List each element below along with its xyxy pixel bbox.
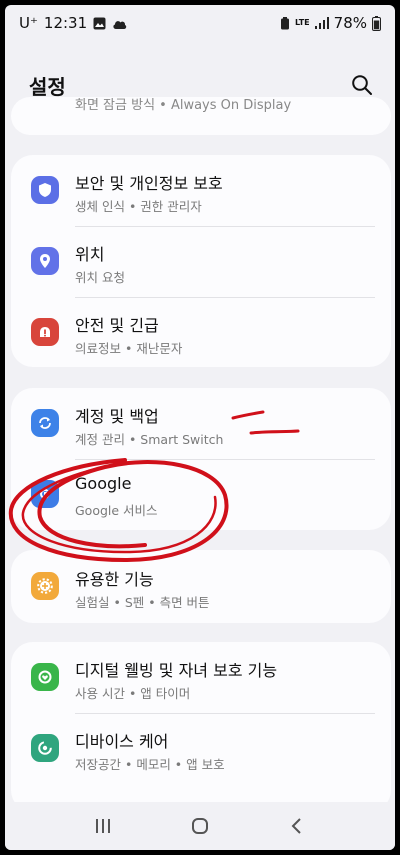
lockscreen-subtitle: 화면 잠금 방식 • Always On Display	[75, 98, 292, 113]
battery-icon	[372, 15, 381, 31]
home-button[interactable]	[180, 806, 220, 846]
item-subtitle: 의료정보 • 재난문자	[75, 341, 183, 356]
plus-gear-icon	[31, 572, 59, 600]
recent-apps-button[interactable]	[83, 806, 123, 846]
home-icon	[191, 818, 208, 834]
back-icon	[291, 818, 301, 834]
item-subtitle: Google 서비스	[75, 503, 158, 518]
google-icon	[31, 480, 59, 508]
item-subtitle: 실험실 • S펜 • 측면 버튼	[75, 595, 210, 610]
item-subtitle: 저장공간 • 메모리 • 앱 보호	[75, 757, 225, 772]
recent-apps-icon	[96, 819, 111, 833]
item-title: 유용한 기능	[75, 570, 154, 589]
settings-group-security: 보안 및 개인정보 보호 생체 인식 • 권한 관리자 위치 위치 요청 안전 …	[11, 155, 391, 367]
emergency-icon	[31, 318, 59, 346]
sync-icon	[31, 409, 59, 437]
settings-item-google[interactable]: Google Google 서비스	[11, 459, 391, 529]
settings-item-location[interactable]: 위치 위치 요청	[11, 226, 391, 296]
settings-item-safety[interactable]: 안전 및 긴급 의료정보 • 재난문자	[11, 297, 391, 367]
settings-group-accounts: 계정 및 백업 계정 관리 • Smart Switch Google Goog…	[11, 388, 391, 530]
gallery-notification-icon	[93, 17, 106, 30]
settings-group-wellbeing: 디지털 웰빙 및 자녀 보호 기능 사용 시간 • 앱 타이머 디바이스 케어 …	[11, 642, 391, 812]
item-title: 디바이스 케어	[75, 732, 169, 751]
device-care-icon	[31, 734, 59, 762]
back-button[interactable]	[277, 806, 317, 846]
settings-group-advanced: 유용한 기능 실험실 • S펜 • 측면 버튼	[11, 550, 391, 623]
battery-percentage: 78%	[333, 14, 367, 32]
cloud-notification-icon	[112, 17, 127, 30]
status-bar: U⁺ 12:31 LTE 78%	[5, 5, 395, 41]
item-title: 계정 및 백업	[75, 407, 159, 426]
settings-group-lockscreen: 화면 잠금 방식 • Always On Display	[11, 97, 391, 135]
navigation-bar	[5, 802, 395, 850]
signal-icon	[314, 17, 329, 29]
page-title: 설정	[29, 74, 66, 99]
settings-item-advanced-features[interactable]: 유용한 기능 실험실 • S펜 • 측면 버튼	[11, 551, 391, 621]
item-title: Google	[75, 474, 132, 493]
settings-item-security[interactable]: 보안 및 개인정보 보호 생체 인식 • 권한 관리자	[11, 155, 391, 225]
network-type: LTE	[294, 18, 310, 27]
settings-item-device-care[interactable]: 디바이스 케어 저장공간 • 메모리 • 앱 보호	[11, 713, 391, 783]
battery-saver-icon	[280, 16, 290, 30]
search-button[interactable]	[349, 72, 375, 98]
item-title: 위치	[75, 245, 105, 264]
clock: 12:31	[43, 14, 88, 32]
settings-screen: U⁺ 12:31 LTE 78% 설정 화면 잠금 방식 • Always On…	[5, 5, 395, 850]
wellbeing-icon	[31, 663, 59, 691]
item-title: 디지털 웰빙 및 자녀 보호 기능	[75, 661, 278, 680]
item-subtitle: 위치 요청	[75, 270, 125, 285]
item-title: 안전 및 긴급	[75, 316, 159, 335]
settings-item-accounts-backup[interactable]: 계정 및 백업 계정 관리 • Smart Switch	[11, 388, 391, 458]
location-pin-icon	[31, 247, 59, 275]
shield-icon	[31, 176, 59, 204]
item-subtitle: 사용 시간 • 앱 타이머	[75, 686, 191, 701]
item-subtitle: 계정 관리 • Smart Switch	[75, 432, 224, 447]
item-title: 보안 및 개인정보 보호	[75, 174, 223, 193]
carrier-label: U⁺	[19, 14, 38, 32]
search-icon	[352, 75, 372, 95]
settings-item-digital-wellbeing[interactable]: 디지털 웰빙 및 자녀 보호 기능 사용 시간 • 앱 타이머	[11, 642, 391, 712]
item-subtitle: 생체 인식 • 권한 관리자	[75, 199, 202, 214]
